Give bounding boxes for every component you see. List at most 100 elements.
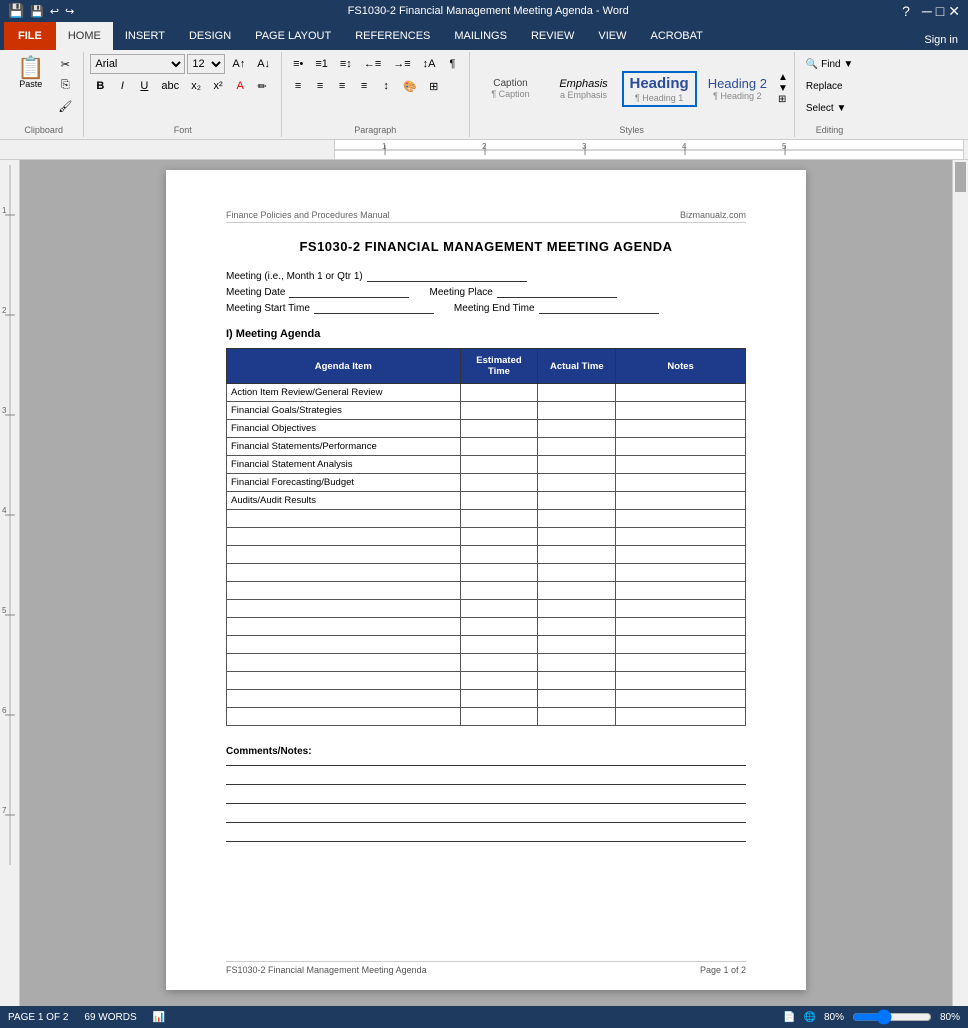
font-label: Font xyxy=(90,123,275,135)
help-button[interactable]: ? xyxy=(902,3,910,19)
minimize-button[interactable]: ─ xyxy=(922,3,932,19)
align-center-button[interactable]: ≡ xyxy=(310,76,330,96)
paragraph-row2: ≡ ≡ ≡ ≡ ↕ 🎨 ⊞ xyxy=(288,76,444,96)
cell-item-18 xyxy=(227,708,461,726)
sort-button[interactable]: ↕A xyxy=(418,54,441,74)
maximize-button[interactable]: □ xyxy=(936,3,944,19)
styles-expand-icon[interactable]: ⊞ xyxy=(778,94,788,105)
underline-button[interactable]: U xyxy=(134,76,154,96)
cell-actual-7 xyxy=(538,510,616,528)
decrease-font-button[interactable]: A↓ xyxy=(252,54,275,74)
ruler-content: 1 2 3 4 5 xyxy=(334,140,964,159)
style-heading2-preview: Heading 2 xyxy=(708,76,767,92)
tab-acrobat[interactable]: ACROBAT xyxy=(638,22,714,50)
increase-indent-button[interactable]: →≡ xyxy=(388,54,415,74)
subscript-button[interactable]: x₂ xyxy=(186,76,206,96)
ribbon-content: 📋 Paste ✂ ⎘ 🖌 Clipboard Arial 12 xyxy=(0,50,968,140)
redo-icon[interactable]: ↪ xyxy=(65,5,74,18)
style-heading1[interactable]: Heading ¶ Heading 1 xyxy=(622,71,697,107)
font-size-select[interactable]: 12 xyxy=(187,54,225,74)
scrollbar-thumb[interactable] xyxy=(955,162,966,192)
strikethrough-button[interactable]: abc xyxy=(156,76,184,96)
align-left-button[interactable]: ≡ xyxy=(288,76,308,96)
style-heading2[interactable]: Heading 2 ¶ Heading 2 xyxy=(700,72,775,106)
svg-text:1: 1 xyxy=(2,206,7,215)
cut-button[interactable]: ✂ xyxy=(53,54,77,74)
page-footer: FS1030-2 Financial Management Meeting Ag… xyxy=(226,961,746,975)
comment-line-1 xyxy=(226,765,746,766)
replace-button[interactable]: Replace xyxy=(801,76,848,96)
show-hide-button[interactable]: ¶ xyxy=(443,54,463,74)
meeting-start-label: Meeting Start Time xyxy=(226,303,310,314)
style-caption[interactable]: Caption ¶ Caption xyxy=(476,74,546,103)
svg-text:2: 2 xyxy=(2,306,7,315)
italic-button[interactable]: I xyxy=(112,76,132,96)
style-emphasis[interactable]: Emphasis a Emphasis xyxy=(549,74,619,104)
justify-button[interactable]: ≡ xyxy=(354,76,374,96)
tab-insert[interactable]: INSERT xyxy=(113,22,177,50)
cell-item-4: Financial Statement Analysis xyxy=(227,456,461,474)
multilevel-button[interactable]: ≡↕ xyxy=(335,54,357,74)
tab-design[interactable]: DESIGN xyxy=(177,22,243,50)
border-button[interactable]: ⊞ xyxy=(424,76,444,96)
tab-mailings[interactable]: MAILINGS xyxy=(442,22,519,50)
paste-icon: 📋 xyxy=(17,57,44,79)
cell-notes-13 xyxy=(616,618,746,636)
table-row xyxy=(227,636,746,654)
cell-est-9 xyxy=(460,546,538,564)
styles-up-icon[interactable]: ▲ xyxy=(778,72,788,83)
left-ruler: 1 2 3 4 5 6 7 8 xyxy=(0,160,20,1013)
editing-content: 🔍 Find ▼ Replace Select ▼ xyxy=(801,54,858,123)
find-button[interactable]: 🔍 Find ▼ xyxy=(801,54,858,74)
meeting-fields: Meeting (i.e., Month 1 or Qtr 1) Meeting… xyxy=(226,270,746,314)
select-button[interactable]: Select ▼ xyxy=(801,98,851,118)
numbering-button[interactable]: ≡1 xyxy=(310,54,333,74)
bold-button[interactable]: B xyxy=(90,76,110,96)
cell-item-12 xyxy=(227,600,461,618)
shading-button[interactable]: 🎨 xyxy=(398,76,422,96)
document-scroll[interactable]: Finance Policies and Procedures Manual B… xyxy=(20,160,952,1013)
increase-font-button[interactable]: A↑ xyxy=(227,54,250,74)
font-family-select[interactable]: Arial xyxy=(90,54,185,74)
comments-section: Comments/Notes: xyxy=(226,746,746,842)
decrease-indent-button[interactable]: ←≡ xyxy=(359,54,386,74)
table-row: Financial Objectives xyxy=(227,420,746,438)
page-info: PAGE 1 OF 2 xyxy=(8,1012,68,1023)
cell-est-2 xyxy=(460,420,538,438)
cell-item-2: Financial Objectives xyxy=(227,420,461,438)
svg-text:5: 5 xyxy=(782,142,787,151)
font-color-button[interactable]: A xyxy=(230,76,250,96)
view-print-icon[interactable]: 📄 xyxy=(783,1012,795,1023)
save-icon[interactable]: 💾 xyxy=(30,5,44,18)
highlight-button[interactable]: ✏ xyxy=(252,76,272,96)
styles-scroll[interactable]: ▲ ▼ ⊞ xyxy=(778,72,788,105)
paste-button[interactable]: 📋 Paste xyxy=(10,54,51,116)
cell-est-8 xyxy=(460,528,538,546)
line-spacing-button[interactable]: ↕ xyxy=(376,76,396,96)
tab-page-layout[interactable]: PAGE LAYOUT xyxy=(243,22,343,50)
svg-text:7: 7 xyxy=(2,806,7,815)
zoom-slider[interactable] xyxy=(852,1009,932,1025)
bullets-button[interactable]: ≡• xyxy=(288,54,308,74)
copy-button[interactable]: ⎘ xyxy=(53,75,77,95)
zoom-percent: 80% xyxy=(940,1012,960,1023)
styles-down-icon[interactable]: ▼ xyxy=(778,83,788,94)
superscript-button[interactable]: x² xyxy=(208,76,228,96)
right-scrollbar[interactable] xyxy=(952,160,968,1013)
tab-references[interactable]: REFERENCES xyxy=(343,22,442,50)
cell-item-5: Financial Forecasting/Budget xyxy=(227,474,461,492)
undo-icon[interactable]: ↩ xyxy=(50,5,59,18)
view-web-icon[interactable]: 🌐 xyxy=(804,1012,816,1023)
meeting-start-field: Meeting Start Time xyxy=(226,302,434,314)
tab-home[interactable]: HOME xyxy=(56,22,113,50)
table-row xyxy=(227,600,746,618)
tab-review[interactable]: REVIEW xyxy=(519,22,586,50)
sign-in-button[interactable]: Sign in xyxy=(914,30,968,50)
close-button[interactable]: ✕ xyxy=(948,3,960,20)
align-right-button[interactable]: ≡ xyxy=(332,76,352,96)
file-tab[interactable]: FILE xyxy=(4,22,56,50)
format-painter-button[interactable]: 🖌 xyxy=(53,96,77,116)
tab-view[interactable]: VIEW xyxy=(586,22,638,50)
cell-est-12 xyxy=(460,600,538,618)
cell-item-3: Financial Statements/Performance xyxy=(227,438,461,456)
